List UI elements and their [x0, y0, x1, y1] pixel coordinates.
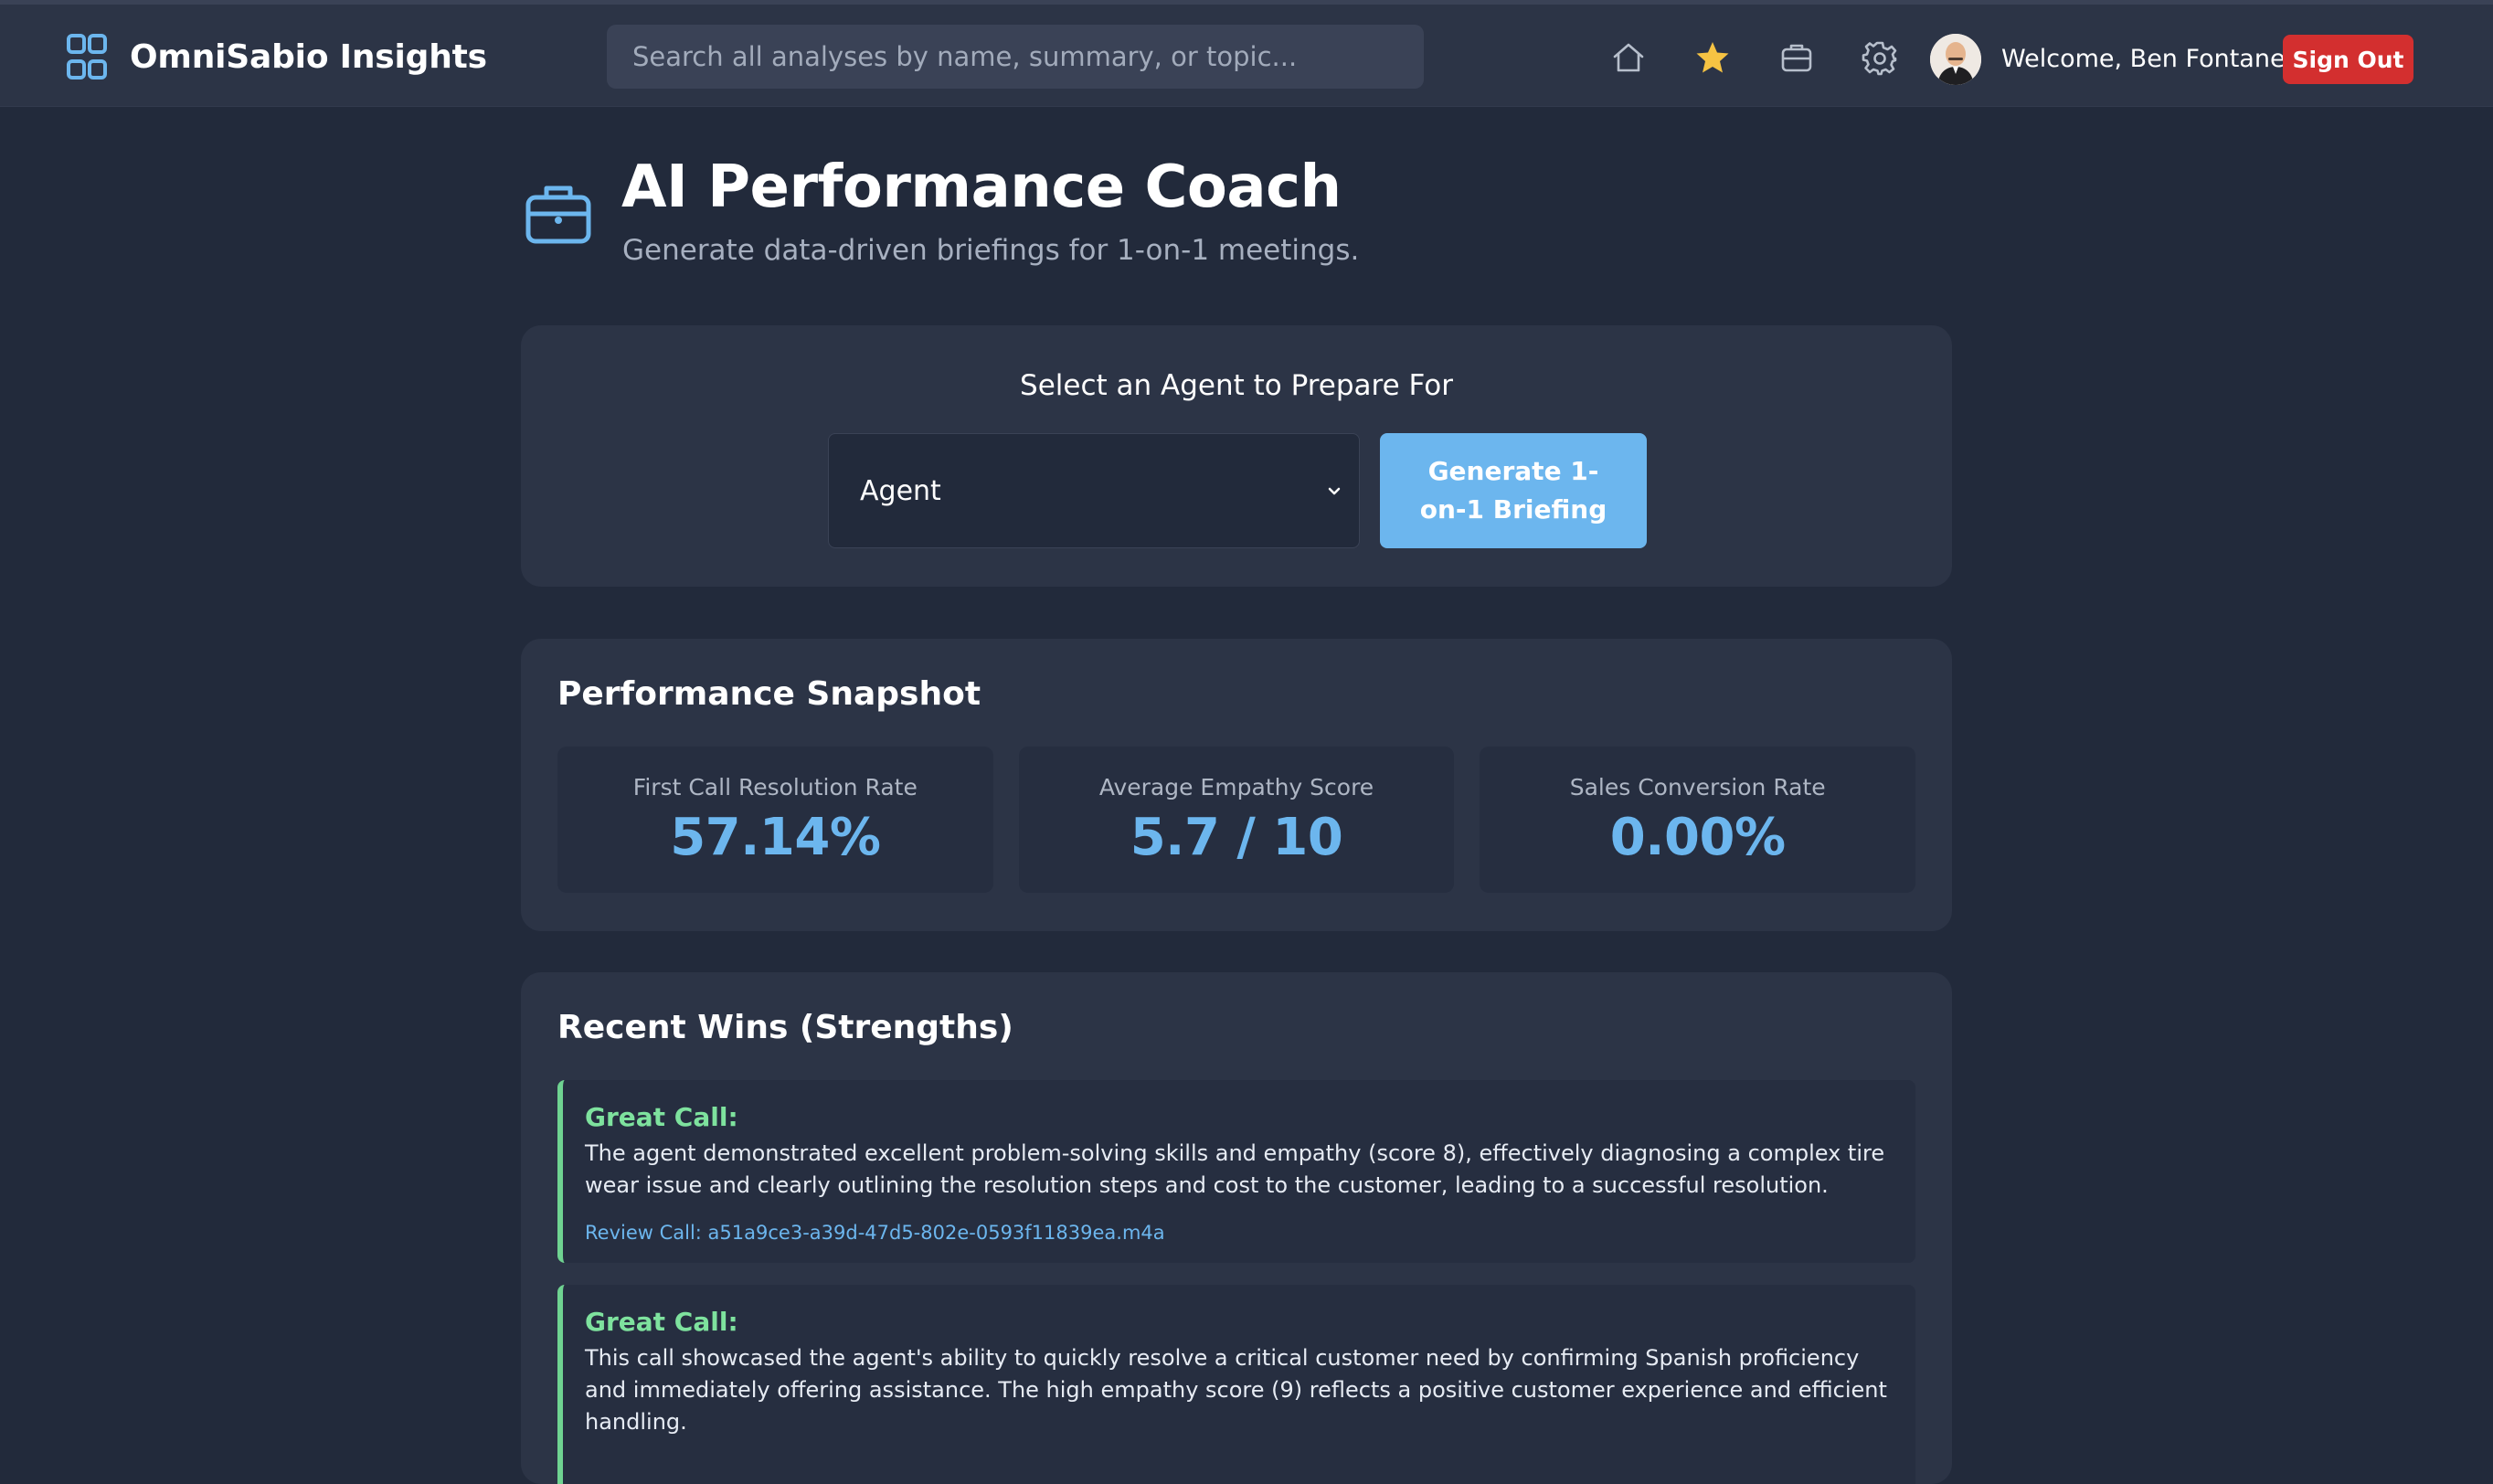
gear-icon[interactable] — [1860, 37, 1900, 78]
agent-select-card: Select an Agent to Prepare For Agent Gen… — [521, 325, 1952, 587]
metric-value: 0.00% — [1609, 808, 1786, 867]
agent-select-heading: Select an Agent to Prepare For — [1020, 369, 1453, 402]
generate-briefing-button[interactable]: Generate 1-on-1 Briefing — [1380, 433, 1647, 548]
agent-dropdown[interactable]: Agent — [828, 433, 1360, 548]
win-item-title: Great Call: — [585, 1102, 738, 1132]
page-title: AI Performance Coach — [621, 154, 1342, 221]
briefcase-icon[interactable] — [1777, 37, 1817, 78]
win-item-text: This call showcased the agent's ability … — [585, 1345, 1887, 1435]
snapshot-title: Performance Snapshot — [557, 675, 981, 713]
recent-wins-card: Recent Wins (Strengths) Great Call: The … — [521, 972, 1952, 1484]
briefcase-icon — [525, 186, 591, 244]
win-item-title: Great Call: — [585, 1307, 738, 1337]
metric-value: 57.14% — [670, 808, 881, 867]
page-subtitle: Generate data-driven briefings for 1-on-… — [622, 234, 1360, 267]
brand-name: OmniSabio Insights — [130, 37, 487, 76]
win-item: Great Call: This call showcased the agen… — [557, 1285, 1915, 1484]
metric-average-empathy: Average Empathy Score 5.7 / 10 — [1018, 747, 1455, 893]
home-icon[interactable] — [1608, 37, 1649, 78]
star-icon[interactable] — [1692, 37, 1733, 78]
metrics-row: First Call Resolution Rate 57.14% Averag… — [557, 747, 1916, 893]
wins-title: Recent Wins (Strengths) — [557, 1009, 1013, 1046]
brand[interactable]: OmniSabio Insights — [66, 32, 487, 81]
metric-label: Average Empathy Score — [1098, 774, 1374, 800]
dashboard-logo-icon — [67, 34, 107, 80]
welcome-text: Welcome, Ben Fontanez — [2001, 45, 2298, 73]
sign-out-button[interactable]: Sign Out — [2283, 35, 2413, 84]
metric-first-call-resolution: First Call Resolution Rate 57.14% — [557, 747, 993, 893]
performance-snapshot-card: Performance Snapshot First Call Resoluti… — [521, 639, 1952, 931]
search-input[interactable] — [607, 25, 1424, 89]
metric-label: First Call Resolution Rate — [632, 774, 918, 800]
win-item-text: The agent demonstrated excellent problem… — [585, 1140, 1885, 1198]
agent-dropdown-value: Agent — [860, 474, 941, 507]
top-navbar: OmniSabio Insights Search all analyses b… — [0, 0, 2493, 107]
avatar[interactable] — [1930, 34, 1981, 85]
metric-label: Sales Conversion Rate — [1569, 774, 1826, 800]
win-item: Great Call: The agent demonstrated excel… — [557, 1080, 1915, 1263]
chevron-down-icon — [1328, 487, 1341, 495]
metric-value: 5.7 / 10 — [1130, 808, 1343, 867]
metric-sales-conversion: Sales Conversion Rate 0.00% — [1480, 747, 1916, 893]
review-call-link[interactable]: Review Call: a51a9ce3-a39d-47d5-802e-059… — [585, 1222, 1894, 1244]
